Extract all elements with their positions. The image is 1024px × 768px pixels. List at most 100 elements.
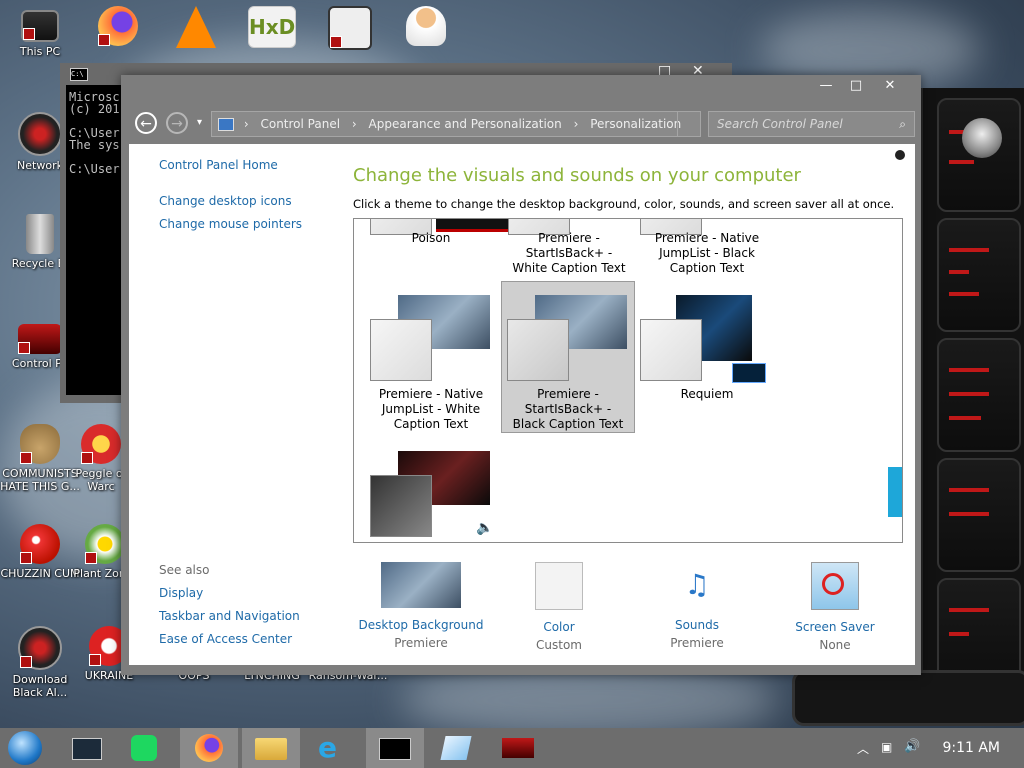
theme-premiere-native-black[interactable]: Premiere - Native JumpList - Black Capti… xyxy=(640,219,774,275)
control-panel-home-link[interactable]: Control Panel Home xyxy=(159,158,278,172)
cmd-icon xyxy=(379,738,411,760)
display-link[interactable]: Display xyxy=(159,586,203,600)
breadcrumb-control-panel[interactable]: Control Panel xyxy=(260,117,340,131)
page-subtitle: Click a theme to change the desktop back… xyxy=(353,197,895,211)
theme-premiere-sib-black[interactable]: Premiere - StartIsBack+ - Black Caption … xyxy=(501,281,635,433)
desktop-icon-hxd[interactable]: HxD xyxy=(232,6,312,51)
taskbar-navigation-link[interactable]: Taskbar and Navigation xyxy=(159,609,300,623)
theme-premiere-native-white[interactable]: Premiere - Native JumpList - White Capti… xyxy=(364,281,498,433)
maze-app-icon xyxy=(328,6,372,50)
theme-label: Premiere - StartIsBack+ - White Caption … xyxy=(512,231,626,275)
taskbar-file-explorer[interactable] xyxy=(242,728,300,768)
minimize-button[interactable]: — xyxy=(813,77,839,95)
desktop-icon-doctor[interactable] xyxy=(386,6,466,49)
theme-poison[interactable]: Poison xyxy=(364,219,528,245)
theme-premiere-sib-white[interactable]: Premiere - StartIsBack+ - White Caption … xyxy=(502,219,636,275)
see-also-title: See also xyxy=(159,563,210,577)
theme-label: Premiere - Native JumpList - Black Capti… xyxy=(654,231,760,275)
forward-button[interactable]: → xyxy=(166,112,188,134)
notepad-icon xyxy=(440,736,472,760)
spotify-icon xyxy=(131,735,157,761)
color-item[interactable]: Color Custom xyxy=(489,562,629,652)
desktop-background-value: Premiere xyxy=(394,636,448,650)
alienware-icon xyxy=(18,626,62,670)
music-notes-icon: ♫ xyxy=(684,568,710,601)
change-desktop-icons-link[interactable]: Change desktop icons xyxy=(159,194,292,208)
back-button[interactable]: ← xyxy=(135,112,157,134)
start-button[interactable] xyxy=(0,728,52,768)
firefox-icon xyxy=(195,734,223,762)
chevron-up-icon[interactable]: ︿ xyxy=(857,740,869,757)
desktop-icon-this-pc[interactable]: This PC xyxy=(0,6,80,58)
search-input[interactable]: Search Control Panel ⌕ xyxy=(708,111,915,137)
refresh-button[interactable] xyxy=(677,112,700,136)
page-title: Change the visuals and sounds on your co… xyxy=(353,165,801,186)
breadcrumb-personalization[interactable]: Personalization xyxy=(590,117,681,131)
monitor-icon xyxy=(21,10,59,42)
vlc-icon xyxy=(176,6,216,48)
start-orb-icon xyxy=(8,731,42,765)
sounds-item[interactable]: ♫ Sounds Premiere xyxy=(627,562,767,650)
hxd-icon: HxD xyxy=(248,6,296,48)
screen-saver-icon xyxy=(811,562,859,610)
theme-label: Requiem xyxy=(680,387,734,401)
internet-explorer-icon: e xyxy=(318,731,337,764)
theme-label: Premiere - StartIsBack+ - Black Caption … xyxy=(512,387,624,431)
desktop-icon-label: This PC xyxy=(19,45,61,58)
money-bag-icon xyxy=(20,424,60,464)
control-panel-icon xyxy=(18,324,62,354)
color-value: Custom xyxy=(536,638,582,652)
clock[interactable]: 9:11 AM xyxy=(942,728,1000,768)
theme-thumb xyxy=(507,319,569,381)
chuzzle-icon xyxy=(20,524,60,564)
theme-thumb xyxy=(370,319,432,381)
desktop-icon-vlc[interactable] xyxy=(156,6,236,51)
gallery-scrollbar[interactable] xyxy=(888,467,902,517)
theme-requiem[interactable]: Requiem xyxy=(640,281,774,433)
close-button[interactable]: ✕ xyxy=(877,77,903,95)
network-tray-icon[interactable]: ▣ xyxy=(881,740,892,754)
alien-logo-icon xyxy=(962,118,1002,158)
firefox-icon xyxy=(98,6,138,46)
help-icon[interactable] xyxy=(895,150,905,160)
sounds-label: Sounds xyxy=(674,618,720,632)
task-view-icon xyxy=(72,738,102,760)
screen-saver-value: None xyxy=(819,638,851,652)
network-icon xyxy=(18,112,62,156)
taskbar-task-view[interactable] xyxy=(58,728,116,768)
hud-widget xyxy=(920,88,1024,708)
hud-frame xyxy=(792,670,1024,726)
address-bar[interactable]: › Control Panel › Appearance and Persona… xyxy=(211,111,701,137)
desktop-icon-label: CHUZZIN CUM xyxy=(0,567,80,580)
control-panel-icon xyxy=(218,118,234,131)
taskbar-firefox[interactable] xyxy=(180,728,238,768)
theme-gallery[interactable]: Poison Premiere - StartIsBack+ - White C… xyxy=(353,218,903,543)
screen-saver-item[interactable]: Screen Saver None xyxy=(765,562,905,652)
search-icon[interactable]: ⌕ xyxy=(899,112,906,136)
desktop-icon-label: Download Black Al... xyxy=(12,673,68,699)
taskbar-cmd[interactable] xyxy=(366,728,424,768)
theme-label: Premiere - Native JumpList - White Capti… xyxy=(378,387,484,431)
taskbar-notepad[interactable] xyxy=(428,728,486,768)
control-panel-window[interactable]: — □ ✕ ← → ▾ › Control Panel › Appearance… xyxy=(121,75,921,675)
taskbar-spotify[interactable] xyxy=(116,728,174,768)
volume-icon[interactable]: 🔊 xyxy=(904,739,920,754)
theme-thumb xyxy=(732,363,766,383)
ease-of-access-link[interactable]: Ease of Access Center xyxy=(159,632,292,646)
file-explorer-icon xyxy=(255,738,287,760)
change-mouse-pointers-link[interactable]: Change mouse pointers xyxy=(159,217,302,231)
doctor-icon xyxy=(406,6,446,46)
taskbar-internet-explorer[interactable]: e xyxy=(304,728,362,768)
maximize-button[interactable]: □ xyxy=(843,77,869,95)
recent-pages-dropdown-icon[interactable]: ▾ xyxy=(197,117,202,128)
desktop-icon-chuzzin[interactable]: CHUZZIN CUM xyxy=(0,524,80,580)
desktop-icon-black-alienware[interactable]: Download Black Al... xyxy=(0,626,80,699)
color-label: Color xyxy=(543,620,575,634)
desktop-background-item[interactable]: Desktop Background Premiere xyxy=(351,562,491,650)
taskbar-alienware[interactable] xyxy=(490,728,548,768)
theme-dark-custom[interactable]: 🔈 xyxy=(364,437,498,542)
desktop-icon-firefox[interactable] xyxy=(78,6,158,49)
desktop-icon-maze[interactable] xyxy=(310,6,390,53)
breadcrumb-appearance[interactable]: Appearance and Personalization xyxy=(369,117,562,131)
peggle-icon xyxy=(81,424,121,464)
